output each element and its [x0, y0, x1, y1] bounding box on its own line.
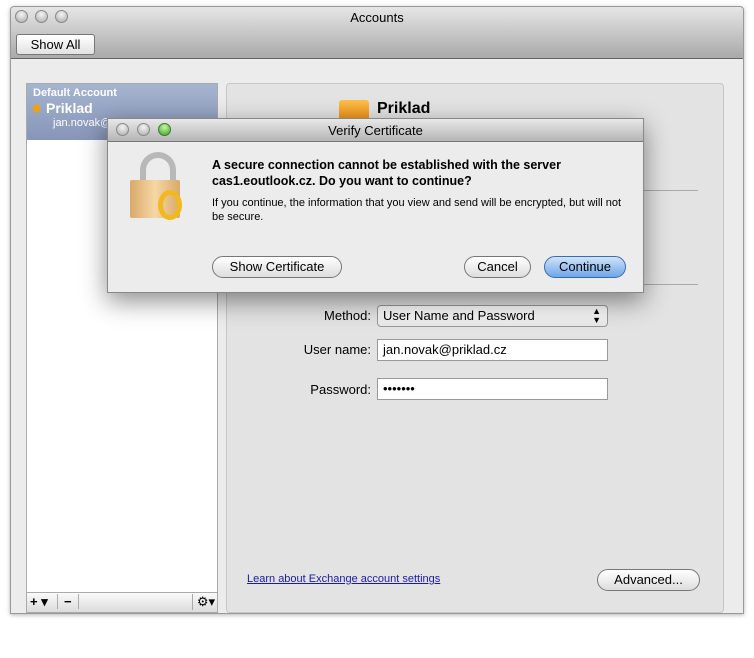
show-certificate-button[interactable]: Show Certificate [212, 256, 342, 278]
password-input[interactable]: ••••••• [377, 378, 608, 400]
gear-menu-button[interactable]: ⚙▾ [191, 594, 215, 610]
advanced-button[interactable]: Advanced... [597, 569, 700, 591]
lock-icon [130, 152, 186, 222]
method-label: Method: [324, 308, 371, 323]
show-all-button[interactable]: Show All [16, 34, 95, 55]
window-title: Accounts [350, 10, 404, 25]
method-value: User Name and Password [383, 308, 535, 323]
cancel-button[interactable]: Cancel [464, 256, 531, 278]
username-label: User name: [303, 342, 371, 357]
username-input[interactable]: jan.novak@priklad.cz [377, 339, 608, 361]
title-bar: Accounts Show All [11, 7, 743, 59]
dialog-body: If you continue, the information that yo… [212, 197, 622, 223]
group-label: Default Account [33, 87, 117, 99]
status-dot-icon [33, 104, 40, 113]
dialog-title: Verify Certificate [328, 123, 423, 138]
add-account-button[interactable]: + ▾ [30, 594, 48, 610]
remove-account-button[interactable]: − [57, 594, 79, 609]
account-name: Priklad [46, 100, 93, 116]
up-down-arrows-icon: ▲ ▼ [592, 306, 601, 325]
verify-certificate-dialog: Verify Certificate A secure connection c… [107, 118, 644, 293]
continue-button[interactable]: Continue [544, 256, 626, 278]
account-title: Priklad [377, 100, 431, 117]
learn-exchange-link[interactable]: Learn about Exchange account settings [247, 573, 440, 585]
dialog-title-bar: Verify Certificate [108, 119, 643, 142]
list-toolbar: + ▾ − ⚙▾ [27, 592, 217, 612]
dialog-heading: A secure connection cannot be establishe… [212, 158, 561, 188]
method-select[interactable]: User Name and Password ▲ ▼ [377, 305, 608, 327]
password-label: Password: [310, 382, 371, 397]
accounts-window: Accounts Show All Default Account Prikla… [10, 6, 744, 614]
